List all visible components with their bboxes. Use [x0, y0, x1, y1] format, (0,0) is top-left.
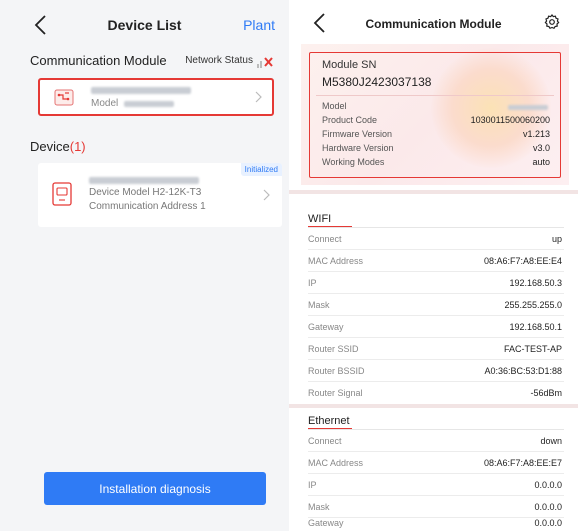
info-key: Working Modes [322, 157, 385, 167]
ethernet-row-mac: MAC Address 08:A6:F7:A8:EE:E7 [308, 452, 564, 474]
info-row-model: Model [322, 101, 550, 114]
wifi-row-router-ssid: Router SSID FAC-TEST-AP [308, 338, 564, 360]
row-value: 0.0.0.0 [534, 480, 562, 490]
row-value: 0.0.0.0 [534, 502, 562, 512]
info-key: Model [322, 101, 347, 111]
row-key: Mask [308, 300, 330, 310]
wifi-row-mac: MAC Address 08:A6:F7:A8:EE:E4 [308, 250, 564, 272]
row-key: MAC Address [308, 458, 364, 468]
page-title: Communication Module [365, 17, 502, 31]
info-row-hardware: Hardware Version v3.0 [322, 143, 550, 156]
redacted-model-value [508, 105, 548, 110]
status-badge: Initialized [240, 163, 282, 176]
device-section-label: Device(1) [30, 139, 86, 154]
wifi-row-router-signal: Router Signal -56dBm [308, 382, 564, 404]
wifi-row-gateway: Gateway 192.168.50.1 [308, 316, 564, 338]
info-value: 1030011500060200 [470, 115, 550, 125]
communication-module-screen: Communication Module Module SN M5380J242… [289, 0, 578, 531]
wifi-row-ip: IP 192.168.50.3 [308, 272, 564, 294]
row-key: Mask [308, 502, 330, 512]
info-row-firmware: Firmware Version v1.213 [322, 129, 550, 142]
row-value: 192.168.50.3 [509, 278, 562, 288]
ethernet-row-ip: IP 0.0.0.0 [308, 474, 564, 496]
comm-module-label: Communication Module [30, 53, 167, 68]
comm-module-card[interactable]: Model [38, 78, 274, 116]
device-model: Device Model H2-12K-T3 [89, 187, 202, 198]
module-sn-label: Module SN [322, 59, 377, 71]
row-key: Connect [308, 234, 342, 244]
device-label: Device [30, 139, 70, 154]
ethernet-row-gateway: Gateway 0.0.0.0 [308, 512, 564, 531]
section-divider [289, 190, 578, 194]
row-value: down [540, 436, 562, 446]
module-info-card: Module SN M5380J2423037138 Model Product… [301, 44, 569, 185]
plant-link[interactable]: Plant [243, 17, 275, 33]
redacted-model-value [124, 101, 174, 107]
module-sn-value: M5380J2423037138 [322, 75, 432, 89]
network-status-label: Network Status [185, 55, 253, 66]
redacted-module-id [91, 87, 191, 94]
wifi-section-title: WIFI [308, 213, 332, 225]
row-key: Connect [308, 436, 342, 446]
device-card[interactable]: Initialized Device Model H2-12K-T3 Commu… [38, 163, 282, 227]
row-key: IP [308, 480, 317, 490]
installation-diagnosis-button[interactable]: Installation diagnosis [44, 472, 266, 505]
row-value: 08:A6:F7:A8:EE:E4 [483, 256, 562, 266]
nav-bar: Device List Plant [0, 0, 289, 50]
module-model-label: Model [91, 98, 119, 109]
section-divider [289, 404, 578, 408]
row-value: FAC-TEST-AP [503, 344, 562, 354]
info-row-product-code: Product Code 1030011500060200 [322, 115, 550, 128]
info-key: Hardware Version [322, 143, 394, 153]
row-value: 192.168.50.1 [509, 322, 562, 332]
row-key: IP [308, 278, 317, 288]
info-key: Product Code [322, 115, 378, 125]
module-info-box: Module SN M5380J2423037138 Model Product… [309, 52, 561, 178]
ethernet-section-title: Ethernet [308, 415, 350, 427]
row-value: up [551, 234, 562, 244]
info-key: Firmware Version [322, 129, 393, 139]
row-key: Router SSID [308, 344, 359, 354]
info-value: v1.213 [522, 129, 550, 139]
ethernet-row-connect: Connect down [308, 430, 564, 452]
inverter-icon [52, 182, 72, 206]
row-value: 08:A6:F7:A8:EE:E7 [483, 458, 562, 468]
wifi-row-router-bssid: Router BSSID A0:36:BC:53:D1:88 [308, 360, 564, 382]
chevron-right-icon [255, 91, 262, 103]
row-value: -56dBm [530, 388, 562, 398]
row-value: 0.0.0.0 [534, 518, 562, 528]
row-value: A0:36:BC:53:D1:88 [484, 366, 562, 376]
row-key: Router Signal [308, 388, 363, 398]
row-key: Router BSSID [308, 366, 365, 376]
gear-icon[interactable] [544, 14, 560, 30]
row-key: MAC Address [308, 256, 364, 266]
wifi-row-mask: Mask 255.255.255.0 [308, 294, 564, 316]
nav-bar: Communication Module [289, 0, 578, 44]
module-icon [54, 89, 74, 106]
row-key: Gateway [308, 518, 344, 528]
device-count: (1) [69, 139, 86, 154]
wifi-row-connect: Connect up [308, 228, 564, 250]
info-value: auto [532, 157, 550, 167]
row-key: Gateway [308, 322, 344, 332]
device-list-screen: Device List Plant Communication Module N… [0, 0, 289, 531]
redacted-device-sn [89, 177, 199, 184]
row-value: 255.255.255.0 [504, 300, 562, 310]
info-row-working-modes: Working Modes auto [322, 157, 550, 170]
network-disconnected-icon [257, 57, 273, 68]
communication-address: Communication Address 1 [89, 201, 206, 212]
divider [316, 95, 554, 96]
chevron-right-icon [263, 189, 270, 201]
info-value: v3.0 [532, 143, 550, 153]
comm-module-header: Communication Module Network Status [0, 50, 289, 72]
